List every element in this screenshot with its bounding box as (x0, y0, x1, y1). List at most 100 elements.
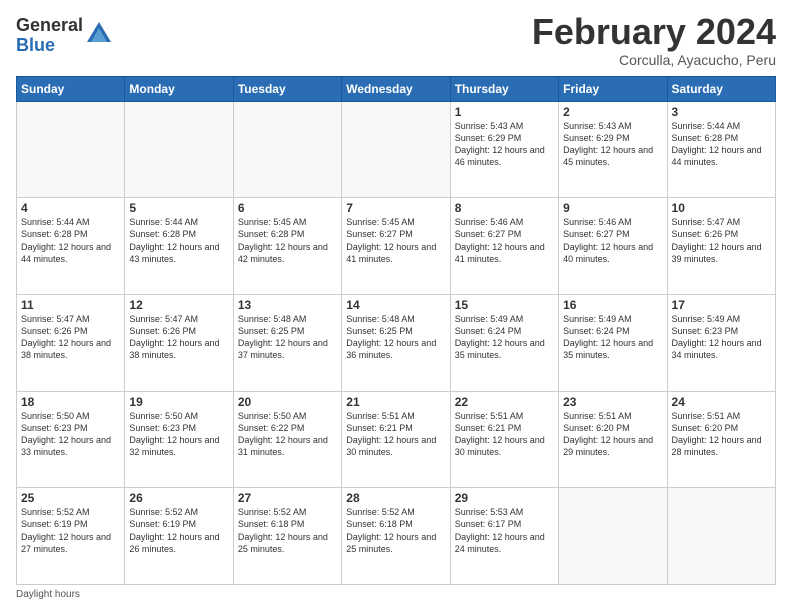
calendar-cell: 16Sunrise: 5:49 AM Sunset: 6:24 PM Dayli… (559, 294, 667, 391)
calendar-cell (125, 101, 233, 198)
day-info: Sunrise: 5:51 AM Sunset: 6:20 PM Dayligh… (672, 410, 771, 459)
weekday-header-thursday: Thursday (450, 76, 558, 101)
day-info: Sunrise: 5:46 AM Sunset: 6:27 PM Dayligh… (455, 216, 554, 265)
day-info: Sunrise: 5:45 AM Sunset: 6:28 PM Dayligh… (238, 216, 337, 265)
weekday-header-monday: Monday (125, 76, 233, 101)
calendar-cell: 20Sunrise: 5:50 AM Sunset: 6:22 PM Dayli… (233, 391, 341, 488)
day-number: 28 (346, 491, 445, 505)
weekday-header-wednesday: Wednesday (342, 76, 450, 101)
calendar-cell: 25Sunrise: 5:52 AM Sunset: 6:19 PM Dayli… (17, 488, 125, 585)
day-number: 22 (455, 395, 554, 409)
calendar-cell: 28Sunrise: 5:52 AM Sunset: 6:18 PM Dayli… (342, 488, 450, 585)
calendar-cell (17, 101, 125, 198)
calendar-cell: 29Sunrise: 5:53 AM Sunset: 6:17 PM Dayli… (450, 488, 558, 585)
calendar-cell: 4Sunrise: 5:44 AM Sunset: 6:28 PM Daylig… (17, 198, 125, 295)
weekday-header-friday: Friday (559, 76, 667, 101)
day-number: 12 (129, 298, 228, 312)
day-info: Sunrise: 5:49 AM Sunset: 6:23 PM Dayligh… (672, 313, 771, 362)
calendar-cell: 13Sunrise: 5:48 AM Sunset: 6:25 PM Dayli… (233, 294, 341, 391)
calendar-cell: 9Sunrise: 5:46 AM Sunset: 6:27 PM Daylig… (559, 198, 667, 295)
day-number: 26 (129, 491, 228, 505)
logo-general-text: General (16, 16, 83, 36)
day-info: Sunrise: 5:44 AM Sunset: 6:28 PM Dayligh… (672, 120, 771, 169)
calendar-cell: 23Sunrise: 5:51 AM Sunset: 6:20 PM Dayli… (559, 391, 667, 488)
day-number: 11 (21, 298, 120, 312)
month-title: February 2024 (532, 12, 776, 52)
calendar-cell: 2Sunrise: 5:43 AM Sunset: 6:29 PM Daylig… (559, 101, 667, 198)
logo-icon (85, 20, 113, 48)
calendar-cell (233, 101, 341, 198)
day-info: Sunrise: 5:51 AM Sunset: 6:20 PM Dayligh… (563, 410, 662, 459)
day-info: Sunrise: 5:50 AM Sunset: 6:23 PM Dayligh… (129, 410, 228, 459)
day-info: Sunrise: 5:47 AM Sunset: 6:26 PM Dayligh… (672, 216, 771, 265)
day-info: Sunrise: 5:50 AM Sunset: 6:22 PM Dayligh… (238, 410, 337, 459)
calendar-cell (559, 488, 667, 585)
day-info: Sunrise: 5:43 AM Sunset: 6:29 PM Dayligh… (455, 120, 554, 169)
calendar-cell: 15Sunrise: 5:49 AM Sunset: 6:24 PM Dayli… (450, 294, 558, 391)
day-info: Sunrise: 5:46 AM Sunset: 6:27 PM Dayligh… (563, 216, 662, 265)
day-number: 25 (21, 491, 120, 505)
day-info: Sunrise: 5:52 AM Sunset: 6:19 PM Dayligh… (21, 506, 120, 555)
day-info: Sunrise: 5:52 AM Sunset: 6:18 PM Dayligh… (238, 506, 337, 555)
day-number: 16 (563, 298, 662, 312)
day-number: 1 (455, 105, 554, 119)
calendar-cell (667, 488, 775, 585)
day-info: Sunrise: 5:43 AM Sunset: 6:29 PM Dayligh… (563, 120, 662, 169)
day-info: Sunrise: 5:50 AM Sunset: 6:23 PM Dayligh… (21, 410, 120, 459)
day-info: Sunrise: 5:47 AM Sunset: 6:26 PM Dayligh… (21, 313, 120, 362)
day-number: 15 (455, 298, 554, 312)
calendar-cell: 12Sunrise: 5:47 AM Sunset: 6:26 PM Dayli… (125, 294, 233, 391)
calendar-cell: 17Sunrise: 5:49 AM Sunset: 6:23 PM Dayli… (667, 294, 775, 391)
calendar-cell: 3Sunrise: 5:44 AM Sunset: 6:28 PM Daylig… (667, 101, 775, 198)
weekday-header-tuesday: Tuesday (233, 76, 341, 101)
week-row-5: 25Sunrise: 5:52 AM Sunset: 6:19 PM Dayli… (17, 488, 776, 585)
logo-blue-text: Blue (16, 36, 83, 56)
day-number: 20 (238, 395, 337, 409)
calendar-cell: 19Sunrise: 5:50 AM Sunset: 6:23 PM Dayli… (125, 391, 233, 488)
day-info: Sunrise: 5:49 AM Sunset: 6:24 PM Dayligh… (563, 313, 662, 362)
calendar-cell: 11Sunrise: 5:47 AM Sunset: 6:26 PM Dayli… (17, 294, 125, 391)
calendar-cell: 27Sunrise: 5:52 AM Sunset: 6:18 PM Dayli… (233, 488, 341, 585)
day-number: 24 (672, 395, 771, 409)
day-number: 10 (672, 201, 771, 215)
day-info: Sunrise: 5:49 AM Sunset: 6:24 PM Dayligh… (455, 313, 554, 362)
week-row-3: 11Sunrise: 5:47 AM Sunset: 6:26 PM Dayli… (17, 294, 776, 391)
day-number: 6 (238, 201, 337, 215)
calendar-cell: 21Sunrise: 5:51 AM Sunset: 6:21 PM Dayli… (342, 391, 450, 488)
location: Corculla, Ayacucho, Peru (532, 52, 776, 68)
title-block: February 2024 Corculla, Ayacucho, Peru (532, 12, 776, 68)
weekday-header-sunday: Sunday (17, 76, 125, 101)
day-number: 18 (21, 395, 120, 409)
footer-note: Daylight hours (16, 589, 776, 600)
week-row-2: 4Sunrise: 5:44 AM Sunset: 6:28 PM Daylig… (17, 198, 776, 295)
calendar-cell: 1Sunrise: 5:43 AM Sunset: 6:29 PM Daylig… (450, 101, 558, 198)
day-info: Sunrise: 5:48 AM Sunset: 6:25 PM Dayligh… (346, 313, 445, 362)
day-number: 29 (455, 491, 554, 505)
calendar-cell (342, 101, 450, 198)
week-row-1: 1Sunrise: 5:43 AM Sunset: 6:29 PM Daylig… (17, 101, 776, 198)
day-number: 19 (129, 395, 228, 409)
weekday-header-saturday: Saturday (667, 76, 775, 101)
day-number: 8 (455, 201, 554, 215)
calendar-cell: 8Sunrise: 5:46 AM Sunset: 6:27 PM Daylig… (450, 198, 558, 295)
daylight-hours-label: Daylight hours (16, 589, 80, 600)
calendar-table: SundayMondayTuesdayWednesdayThursdayFrid… (16, 76, 776, 585)
calendar-cell: 6Sunrise: 5:45 AM Sunset: 6:28 PM Daylig… (233, 198, 341, 295)
day-number: 5 (129, 201, 228, 215)
day-number: 7 (346, 201, 445, 215)
day-info: Sunrise: 5:52 AM Sunset: 6:19 PM Dayligh… (129, 506, 228, 555)
day-number: 17 (672, 298, 771, 312)
day-number: 27 (238, 491, 337, 505)
header: General Blue February 2024 Corculla, Aya… (16, 12, 776, 68)
day-number: 14 (346, 298, 445, 312)
day-info: Sunrise: 5:52 AM Sunset: 6:18 PM Dayligh… (346, 506, 445, 555)
calendar-cell: 7Sunrise: 5:45 AM Sunset: 6:27 PM Daylig… (342, 198, 450, 295)
day-number: 2 (563, 105, 662, 119)
day-info: Sunrise: 5:45 AM Sunset: 6:27 PM Dayligh… (346, 216, 445, 265)
calendar-cell: 24Sunrise: 5:51 AM Sunset: 6:20 PM Dayli… (667, 391, 775, 488)
calendar-cell: 26Sunrise: 5:52 AM Sunset: 6:19 PM Dayli… (125, 488, 233, 585)
day-info: Sunrise: 5:44 AM Sunset: 6:28 PM Dayligh… (21, 216, 120, 265)
week-row-4: 18Sunrise: 5:50 AM Sunset: 6:23 PM Dayli… (17, 391, 776, 488)
calendar-cell: 18Sunrise: 5:50 AM Sunset: 6:23 PM Dayli… (17, 391, 125, 488)
day-info: Sunrise: 5:48 AM Sunset: 6:25 PM Dayligh… (238, 313, 337, 362)
